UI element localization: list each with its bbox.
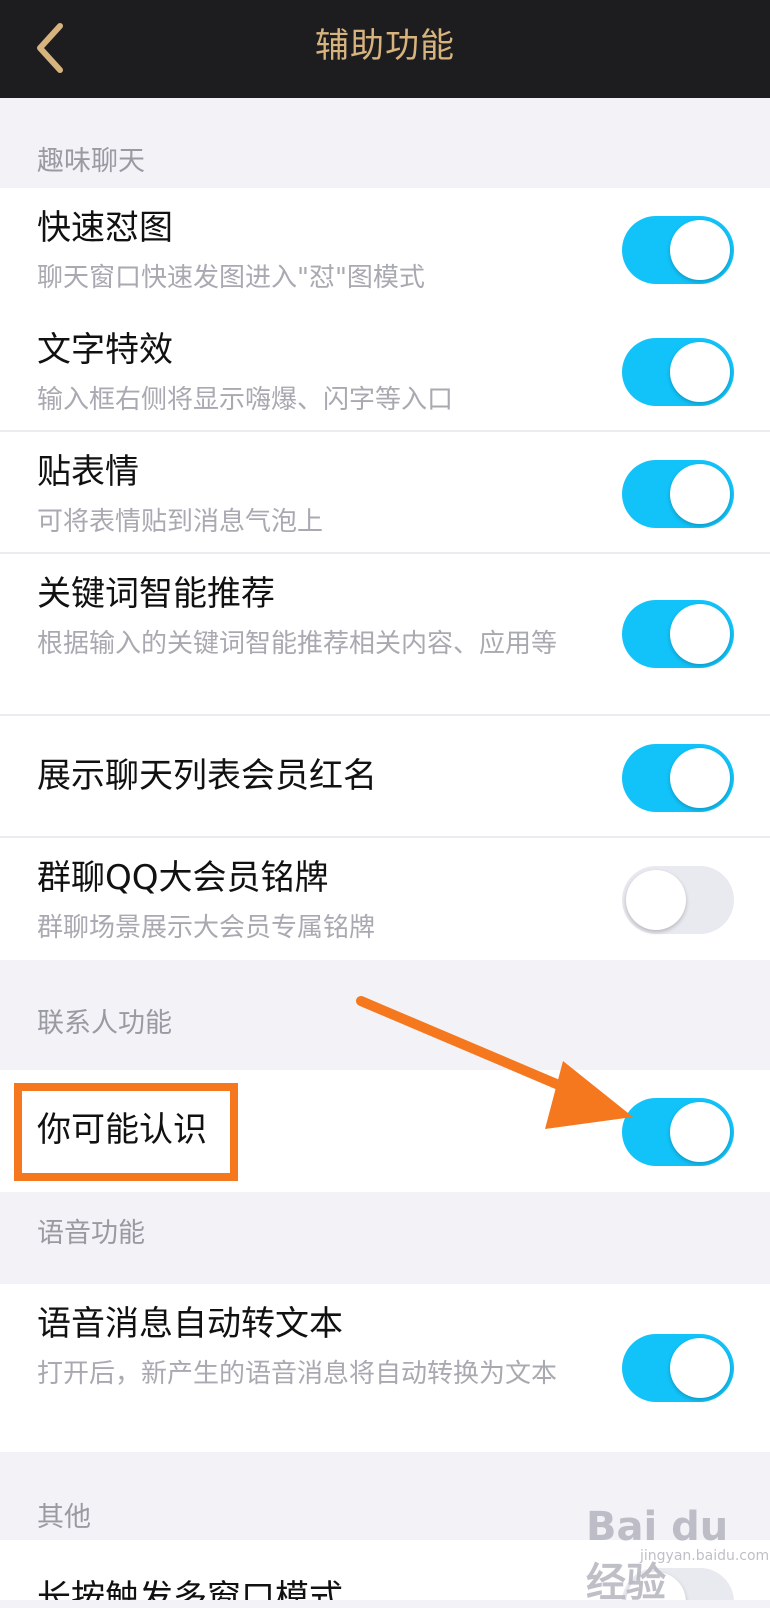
toggle-switch[interactable] <box>622 600 734 668</box>
setting-title: 群聊QQ大会员铭牌 <box>37 858 329 898</box>
setting-row-keyword-recommend: 关键词智能推荐 根据输入的关键词智能推荐相关内容、应用等 <box>0 554 770 716</box>
setting-row-vip-nameplate: 群聊QQ大会员铭牌 群聊场景展示大会员专属铭牌 <box>0 838 770 960</box>
toggle-knob <box>670 464 730 524</box>
toggle-knob <box>670 220 730 280</box>
setting-row-sticker: 贴表情 可将表情贴到消息气泡上 <box>0 432 770 554</box>
group-voice: 语音消息自动转文本 打开后，新产生的语音消息将自动转换为文本 <box>0 1284 770 1452</box>
setting-title: 文字特效 <box>37 330 173 370</box>
toggle-switch[interactable] <box>622 1334 734 1402</box>
toggle-knob <box>670 604 730 664</box>
setting-subtitle: 群聊场景展示大会员专属铭牌 <box>37 913 376 943</box>
setting-subtitle: 可将表情贴到消息气泡上 <box>37 507 324 537</box>
toggle-switch[interactable] <box>622 338 734 406</box>
toggle-switch[interactable] <box>622 866 734 934</box>
setting-row-text-effects: 文字特效 输入框右侧将显示嗨爆、闪字等入口 <box>0 310 770 432</box>
setting-subtitle: 输入框右侧将显示嗨爆、闪字等入口 <box>37 385 454 415</box>
toggle-switch[interactable] <box>622 744 734 812</box>
setting-subtitle: 聊天窗口快速发图进入"怼"图模式 <box>37 263 425 293</box>
nav-bar: 辅助功能 <box>0 0 770 98</box>
setting-row-quick-image: 快速怼图 聊天窗口快速发图进入"怼"图模式 <box>0 188 770 310</box>
setting-title: 语音消息自动转文本 <box>37 1304 343 1344</box>
setting-title: 关键词智能推荐 <box>37 574 275 614</box>
section-header-voice: 语音功能 <box>37 1218 145 1249</box>
setting-subtitle: 打开后，新产生的语音消息将自动转换为文本 <box>37 1359 558 1389</box>
toggle-switch[interactable] <box>622 460 734 528</box>
annotation-arrow <box>356 996 633 1129</box>
group-fun-chat: 快速怼图 聊天窗口快速发图进入"怼"图模式 文字特效 输入框右侧将显示嗨爆、闪字… <box>0 188 770 960</box>
page-title: 辅助功能 <box>315 26 455 66</box>
setting-title: 长按触发多窗口模式 <box>37 1578 343 1600</box>
toggle-knob <box>670 342 730 402</box>
annotation-highlight-box <box>14 1083 238 1181</box>
setting-title: 快速怼图 <box>37 208 173 248</box>
toggle-knob <box>670 748 730 808</box>
section-header-contacts: 联系人功能 <box>37 1008 172 1039</box>
toggle-knob <box>670 1102 730 1162</box>
setting-row-vip-red-name: 展示聊天列表会员红名 <box>0 716 770 838</box>
toggle-switch[interactable] <box>622 216 734 284</box>
setting-subtitle: 根据输入的关键词智能推荐相关内容、应用等 <box>37 629 558 659</box>
toggle-knob <box>626 870 686 930</box>
setting-row-voice-to-text: 语音消息自动转文本 打开后，新产生的语音消息将自动转换为文本 <box>0 1284 770 1452</box>
section-header-fun-chat: 趣味聊天 <box>37 146 145 177</box>
watermark-url: jingyan.baidu.com <box>640 1548 770 1564</box>
toggle-knob <box>670 1338 730 1398</box>
setting-title: 展示聊天列表会员红名 <box>37 756 377 796</box>
setting-title: 贴表情 <box>37 452 139 492</box>
section-header-other: 其他 <box>37 1502 91 1533</box>
